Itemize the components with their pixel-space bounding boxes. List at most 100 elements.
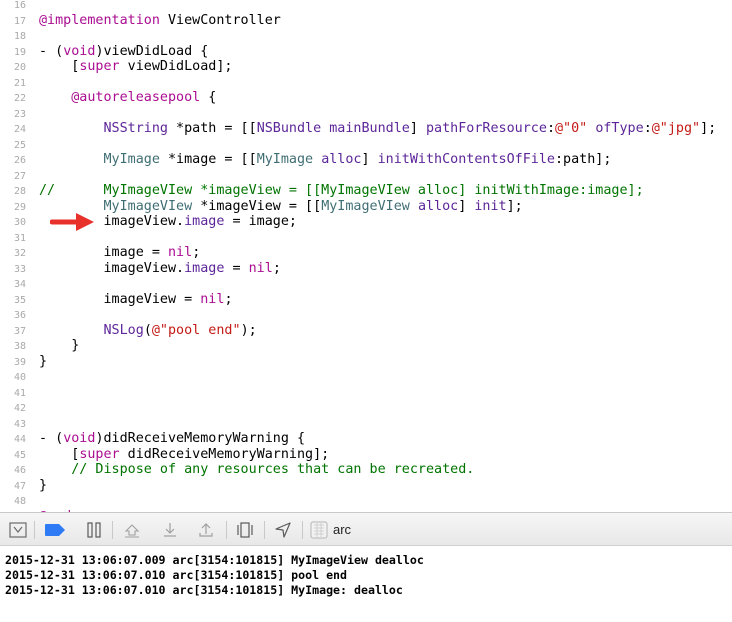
code-line[interactable]: 26 MyImage *image = [[MyImage alloc] ini…	[0, 152, 732, 168]
code-line[interactable]: 22 @autoreleasepool {	[0, 90, 732, 106]
line-number: 45	[13, 449, 26, 461]
code-token: :	[643, 121, 652, 136]
scheme-label[interactable]: arc	[333, 522, 351, 537]
toolbar-divider	[112, 521, 113, 539]
code-line[interactable]: 40	[0, 369, 732, 385]
code-token: );	[240, 322, 257, 338]
code-line[interactable]: 27	[0, 168, 732, 184]
code-line[interactable]: 43	[0, 416, 732, 432]
code-token: {	[200, 90, 217, 105]
code-line[interactable]: 31	[0, 230, 732, 246]
console-line: 2015-12-31 13:06:07.009 arc[3154:101815]…	[5, 553, 424, 567]
code-token: ofType	[595, 121, 644, 136]
line-number: 20	[13, 62, 26, 73]
code-line[interactable]: 37 NSLog(@"pool end");	[0, 323, 732, 339]
code-token: image	[184, 260, 225, 276]
simulate-location-button[interactable]	[272, 521, 294, 539]
breakpoints-toggle-button[interactable]	[44, 521, 66, 539]
step-out-button[interactable]	[196, 521, 216, 539]
debug-toolbar: arc	[0, 512, 732, 546]
code-text: // MyImageVIew *imageView = [[MyImageVIe…	[39, 183, 644, 199]
line-number: 34	[13, 279, 26, 290]
console-line: 2015-12-31 13:06:07.010 arc[3154:101815]…	[5, 583, 403, 597]
line-number: 21	[13, 77, 26, 89]
code-line[interactable]: 20 [super viewDidLoad];	[0, 59, 732, 75]
hide-debug-area-icon	[9, 522, 27, 538]
line-number: 44	[13, 434, 26, 445]
code-line[interactable]: 30 imageView.image = image;	[0, 214, 732, 230]
code-line[interactable]: 35 imageView = nil;	[0, 292, 732, 308]
code-text: image = nil;	[39, 245, 200, 261]
scheme-selector-button[interactable]	[309, 521, 329, 539]
code-token: - (	[39, 43, 64, 59]
code-line[interactable]: 25	[0, 137, 732, 153]
code-text: @implementation ViewController	[39, 13, 281, 29]
code-token: MyImageVIew	[321, 198, 410, 214]
debug-view-hierarchy-button[interactable]	[234, 521, 256, 539]
line-number: 23	[13, 108, 26, 120]
line-number: 22	[13, 93, 26, 104]
code-line[interactable]: 32 image = nil;	[0, 245, 732, 261]
code-token: init	[474, 198, 507, 214]
code-token: NSLog	[103, 322, 144, 338]
code-line[interactable]: 39}	[0, 354, 732, 370]
console-line: 2015-12-31 13:06:07.010 arc[3154:101815]…	[5, 568, 348, 582]
console-output[interactable]: 2015-12-31 13:06:07.009 arc[3154:101815]…	[0, 547, 732, 622]
code-line[interactable]: 48	[0, 493, 732, 509]
code-line[interactable]: 33 imageView.image = nil;	[0, 261, 732, 277]
code-line[interactable]: 44 - (void)didReceiveMemoryWarning {	[0, 431, 732, 447]
code-text: imageView.image = nil;	[39, 260, 280, 277]
line-number: 40	[13, 372, 26, 383]
code-token: (	[143, 322, 152, 338]
code-line[interactable]: 19 - (void)viewDidLoad {	[0, 44, 732, 60]
code-token: MyImage	[103, 152, 160, 167]
code-text: @autoreleasepool {	[39, 90, 216, 106]
line-number: 33	[13, 263, 26, 275]
code-token: image =	[39, 245, 168, 260]
line-number: 47	[13, 480, 26, 492]
source-editor[interactable]: 16 17 @implementation ViewController 18 19 - …	[0, 0, 732, 512]
code-line[interactable]: 45 [super didReceiveMemoryWarning];	[0, 447, 732, 463]
code-token: nil	[200, 291, 225, 307]
view-hierarchy-icon	[237, 522, 253, 538]
code-token: ]	[458, 198, 475, 214]
code-token: // Dispose of any resources that can be …	[71, 462, 475, 477]
code-token: }	[39, 353, 48, 369]
code-line[interactable]: 18	[0, 28, 732, 44]
step-into-button[interactable]	[160, 521, 180, 539]
code-line[interactable]: 38 }	[0, 338, 732, 354]
code-token: pathForResource	[426, 121, 547, 136]
code-line[interactable]: 16	[0, 0, 732, 13]
code-line[interactable]: 29 MyImageVIew *imageView = [[MyImageVIe…	[0, 199, 732, 215]
code-line[interactable]: 42	[0, 400, 732, 416]
step-over-button[interactable]	[122, 521, 142, 539]
hide-debug-area-button[interactable]	[8, 521, 28, 539]
code-text: }	[39, 478, 47, 494]
code-line[interactable]: 46 // Dispose of any resources that can …	[0, 462, 732, 478]
line-number: 17	[13, 15, 26, 27]
code-line[interactable]: 28 // MyImageVIew *imageView = [[MyImageV…	[0, 183, 732, 199]
code-token: *image = [[	[159, 152, 257, 167]
code-text: NSLog(@"pool end");	[39, 323, 257, 339]
code-token: MyImage	[256, 152, 314, 167]
code-line[interactable]: 17 @implementation ViewController	[0, 13, 732, 29]
code-token: alloc	[417, 198, 459, 214]
code-line[interactable]: 41	[0, 385, 732, 401]
code-line[interactable]: 23	[0, 106, 732, 122]
code-token: ;	[224, 291, 233, 307]
pause-continue-button[interactable]	[84, 521, 104, 539]
code-line[interactable]: 47}	[0, 478, 732, 494]
line-number: 18	[13, 31, 26, 42]
code-token: MyImageVIew	[103, 198, 193, 214]
code-line[interactable]: 36	[0, 307, 732, 323]
code-line[interactable]: 21	[0, 75, 732, 91]
code-token: )viewDidLoad {	[95, 43, 209, 59]
code-token: viewDidLoad];	[119, 59, 233, 74]
code-line[interactable]: 34	[0, 276, 732, 292]
line-number: 26	[13, 155, 26, 166]
code-line[interactable]: 24 NSString *path = [[NSBundle mainBundl…	[0, 121, 732, 137]
